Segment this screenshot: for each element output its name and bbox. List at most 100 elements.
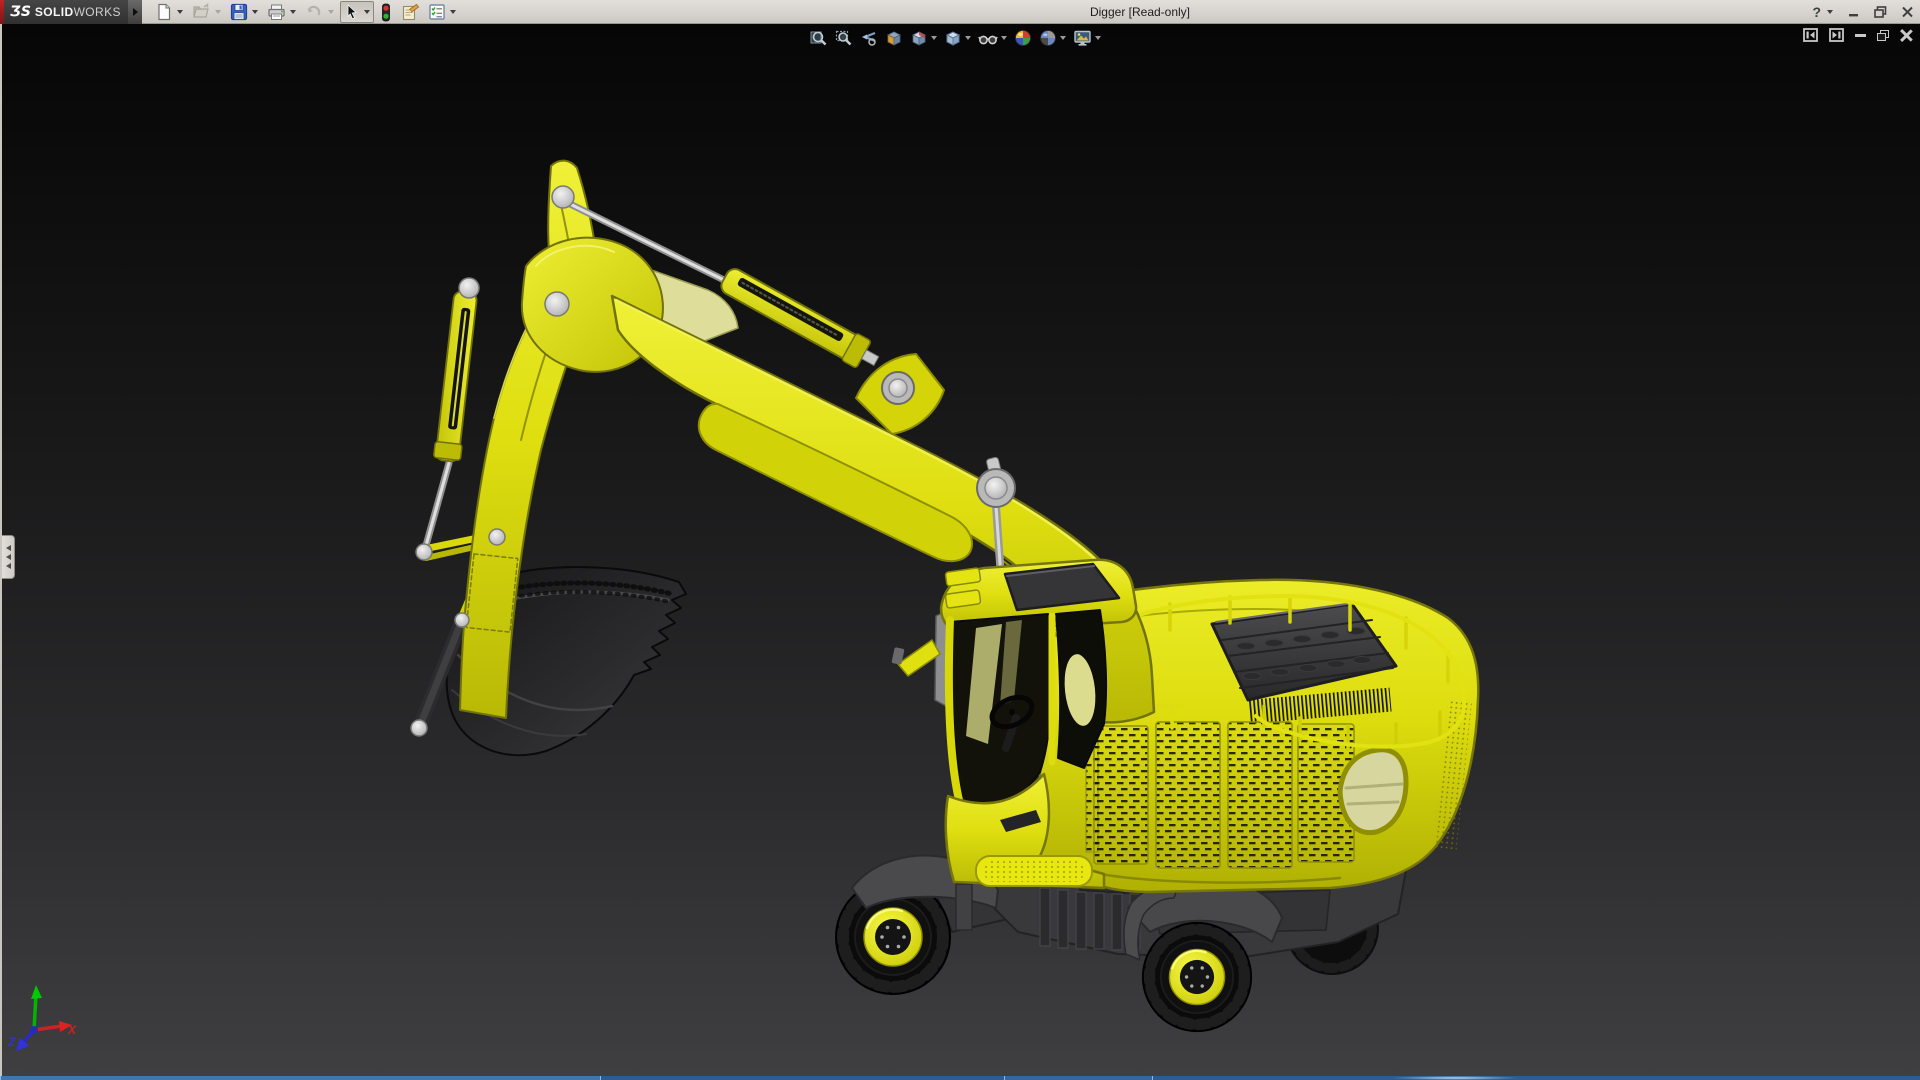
collapse-arrow-icon — [6, 545, 11, 551]
graphics-viewport[interactable]: X Z — [0, 24, 1920, 1076]
view-orientation-button[interactable] — [908, 27, 939, 49]
main-toolbar — [152, 0, 460, 24]
apply-scene-button[interactable] — [1037, 27, 1068, 49]
new-document-icon — [155, 3, 173, 21]
help-button[interactable]: ? — [1812, 4, 1834, 20]
left-hydraulic-cylinder[interactable] — [425, 290, 479, 549]
document-restore-icon — [1877, 30, 1889, 41]
headsup-view-toolbar — [808, 27, 1103, 49]
new-document-button[interactable] — [152, 1, 187, 23]
brand-name-light: WORKS — [74, 5, 121, 19]
view-settings-dropdown-arrow[interactable] — [1095, 36, 1101, 40]
expand-arrow-icon — [133, 8, 138, 16]
print-button[interactable] — [264, 1, 300, 23]
brand-glyph: ƷS — [10, 4, 31, 20]
window-controls: ? — [1812, 0, 1914, 24]
windows-taskbar-edge[interactable] — [0, 1076, 1920, 1080]
eyeglasses-icon — [978, 29, 998, 47]
collapse-arrow-icon — [6, 563, 11, 569]
featuremanager-collapse-tab[interactable] — [2, 535, 15, 579]
close-button[interactable] — [1901, 6, 1914, 18]
view-orientation-icon — [910, 29, 928, 47]
previous-view-icon — [860, 29, 878, 47]
document-minimize-button[interactable] — [1855, 34, 1866, 37]
document-minimize-icon — [1855, 34, 1866, 37]
display-style-button[interactable] — [942, 27, 973, 49]
undo-dropdown-arrow[interactable] — [328, 10, 334, 14]
brand-name-bold: SOLID — [35, 5, 74, 19]
solidworks-window: ƷS SOLID WORKS — [0, 0, 1920, 1080]
undo-icon — [305, 3, 324, 21]
apply-scene-icon — [1039, 29, 1057, 47]
taskbar-segment[interactable] — [600, 1076, 1004, 1080]
minimize-button[interactable] — [1848, 6, 1860, 18]
traffic-light-button[interactable] — [376, 1, 396, 23]
apply-scene-dropdown-arrow[interactable] — [1060, 36, 1066, 40]
triad-z-label: Z — [7, 1035, 16, 1049]
close-icon — [1901, 6, 1914, 18]
taskbar-segment[interactable] — [1004, 1076, 1152, 1080]
view-orientation-dropdown-arrow[interactable] — [931, 36, 937, 40]
document-close-button[interactable] — [1900, 29, 1912, 41]
document-window-controls — [1803, 28, 1912, 42]
open-document-dropdown-arrow[interactable] — [215, 10, 221, 14]
section-view-icon — [885, 29, 903, 47]
help-dropdown-arrow[interactable] — [1827, 10, 1833, 14]
zoom-to-area-button[interactable] — [833, 27, 855, 49]
select-cursor-icon — [343, 3, 360, 21]
pane-right-icon — [1829, 28, 1844, 42]
pane-left-icon — [1803, 28, 1818, 42]
edit-appearance-button[interactable] — [1012, 27, 1034, 49]
options-dropdown-arrow[interactable] — [450, 10, 456, 14]
note-edit-icon — [401, 3, 420, 21]
section-view-button[interactable] — [883, 27, 905, 49]
taskbar-segment[interactable] — [0, 1076, 600, 1080]
step-plate — [976, 856, 1092, 886]
view-settings-button[interactable] — [1071, 27, 1103, 49]
new-document-dropdown-arrow[interactable] — [177, 10, 183, 14]
hide-show-dropdown-arrow[interactable] — [1001, 36, 1007, 40]
pane-left-toggle-button[interactable] — [1803, 28, 1818, 42]
menu-expand-button[interactable] — [128, 0, 142, 24]
view-settings-icon — [1073, 29, 1092, 47]
traffic-light-icon — [379, 3, 393, 22]
open-document-button[interactable] — [189, 1, 225, 23]
minimize-icon — [1848, 6, 1860, 18]
rear-wheel[interactable] — [1143, 923, 1251, 1031]
display-style-icon — [944, 29, 962, 47]
save-icon — [230, 3, 248, 21]
taskbar-segment[interactable] — [1152, 1076, 1920, 1080]
view-orientation-label: *Dimetric — [16, 1057, 92, 1078]
print-icon — [267, 3, 286, 21]
document-restore-button[interactable] — [1877, 30, 1889, 41]
taskbar-glow — [1390, 1076, 1520, 1080]
file-properties-button[interactable] — [398, 1, 423, 23]
help-icon: ? — [1812, 4, 1821, 20]
model-canvas[interactable]: X Z — [2, 24, 1920, 1076]
options-button[interactable] — [425, 1, 460, 23]
previous-view-button[interactable] — [858, 27, 880, 49]
save-dropdown-arrow[interactable] — [252, 10, 258, 14]
brand-red-strip — [0, 0, 4, 24]
undo-button[interactable] — [302, 1, 338, 23]
zoom-to-fit-icon — [810, 29, 828, 47]
excavator-model[interactable] — [411, 161, 1478, 1032]
restore-button[interactable] — [1874, 6, 1887, 18]
select-button[interactable] — [340, 1, 374, 23]
collapse-arrow-icon — [6, 554, 11, 560]
select-dropdown-arrow[interactable] — [364, 10, 370, 14]
display-style-dropdown-arrow[interactable] — [965, 36, 971, 40]
save-button[interactable] — [227, 1, 262, 23]
solidworks-logo: ƷS SOLID WORKS — [0, 0, 128, 24]
appearance-sphere-icon — [1014, 29, 1032, 47]
reference-triad: X Z — [7, 985, 77, 1051]
pane-right-toggle-button[interactable] — [1829, 28, 1844, 42]
print-dropdown-arrow[interactable] — [290, 10, 296, 14]
title-bar: ƷS SOLID WORKS — [0, 0, 1920, 24]
options-checklist-icon — [428, 3, 446, 21]
restore-icon — [1874, 6, 1887, 18]
zoom-to-fit-button[interactable] — [808, 27, 830, 49]
document-close-icon — [1900, 29, 1912, 41]
triad-x-label: X — [67, 1023, 77, 1037]
hide-show-items-button[interactable] — [976, 27, 1009, 49]
